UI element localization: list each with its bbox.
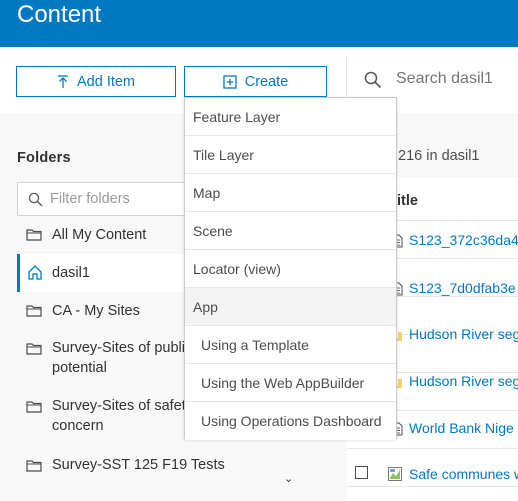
add-item-button[interactable]: Add Item <box>16 66 176 97</box>
page-header: Content <box>0 0 518 47</box>
item-link[interactable]: Hudson River seg <box>409 326 518 342</box>
menu-item-label: Tile Layer <box>193 147 254 163</box>
folder-item-survey-sst[interactable]: Survey-SST 125 F19 Tests <box>17 447 297 487</box>
folders-heading: Folders <box>17 150 71 166</box>
upload-icon <box>57 74 68 88</box>
menu-item-scene[interactable]: Scene <box>185 212 396 250</box>
item-link[interactable]: Safe communes w <box>409 466 518 482</box>
folder-label: Survey-Sites of safety <box>52 398 194 414</box>
plus-square-icon <box>223 74 237 89</box>
folder-label: dasil1 <box>52 265 90 281</box>
folder-icon <box>26 460 42 472</box>
folder-label: Survey-Sites of public <box>52 340 193 356</box>
menu-item-label: Using Operations Dashboard <box>201 413 382 429</box>
scroll-down-icon[interactable]: ⌄ <box>284 472 293 485</box>
create-button[interactable]: Create <box>184 66 327 97</box>
folder-icon <box>26 343 42 355</box>
title-column-header[interactable]: itle <box>397 193 418 209</box>
menu-item-feature-layer[interactable]: Feature Layer <box>185 98 396 136</box>
map-icon <box>388 467 402 481</box>
add-item-label: Add Item <box>76 73 136 90</box>
menu-item-label: Using a Template <box>201 337 309 353</box>
menu-item-operations-dashboard[interactable]: Using Operations Dashboard <box>185 402 396 440</box>
folder-label-line2: concern <box>52 418 104 434</box>
menu-item-web-appbuilder[interactable]: Using the Web AppBuilder <box>185 364 396 402</box>
item-count: f 216 in dasil1 <box>390 148 480 164</box>
menu-item-tile-layer[interactable]: Tile Layer <box>185 136 396 174</box>
folder-icon <box>26 229 42 241</box>
item-link[interactable]: Hudson River seg <box>409 373 518 389</box>
menu-item-locator-view[interactable]: Locator (view) <box>185 250 396 288</box>
search-icon <box>28 192 43 207</box>
row-divider <box>347 448 518 449</box>
home-icon <box>28 265 42 280</box>
menu-item-label: Scene <box>193 223 233 239</box>
menu-group-app: App <box>185 288 396 326</box>
create-label: Create <box>244 73 289 90</box>
folder-label-line2: potential <box>52 360 107 376</box>
menu-item-map[interactable]: Map <box>185 174 396 212</box>
menu-item-using-template[interactable]: Using a Template <box>185 326 396 364</box>
menu-item-label: Locator (view) <box>193 261 281 277</box>
page-title: Content <box>17 1 102 28</box>
row-checkbox[interactable] <box>355 466 368 479</box>
menu-group-label: App <box>193 299 218 315</box>
item-link[interactable]: S123_372c36da4 <box>409 232 518 248</box>
create-menu: Feature Layer Tile Layer Map Scene Locat… <box>184 97 397 440</box>
item-link[interactable]: S123_7d0dfab3e <box>409 280 516 296</box>
folder-icon <box>26 401 42 413</box>
folder-label: CA - My Sites <box>52 303 140 319</box>
filter-placeholder: Filter folders <box>50 191 130 207</box>
search-input[interactable] <box>396 70 516 88</box>
menu-item-label: Using the Web AppBuilder <box>201 375 365 391</box>
folder-icon <box>26 305 42 317</box>
menu-item-label: Map <box>193 185 221 201</box>
folder-label: All My Content <box>52 227 147 243</box>
menu-item-label: Feature Layer <box>193 109 281 125</box>
folder-label: Survey-SST 125 F19 Tests <box>52 457 225 473</box>
search-icon[interactable] <box>364 71 382 89</box>
row-divider <box>347 486 518 487</box>
item-link[interactable]: World Bank Nige <box>409 420 514 436</box>
